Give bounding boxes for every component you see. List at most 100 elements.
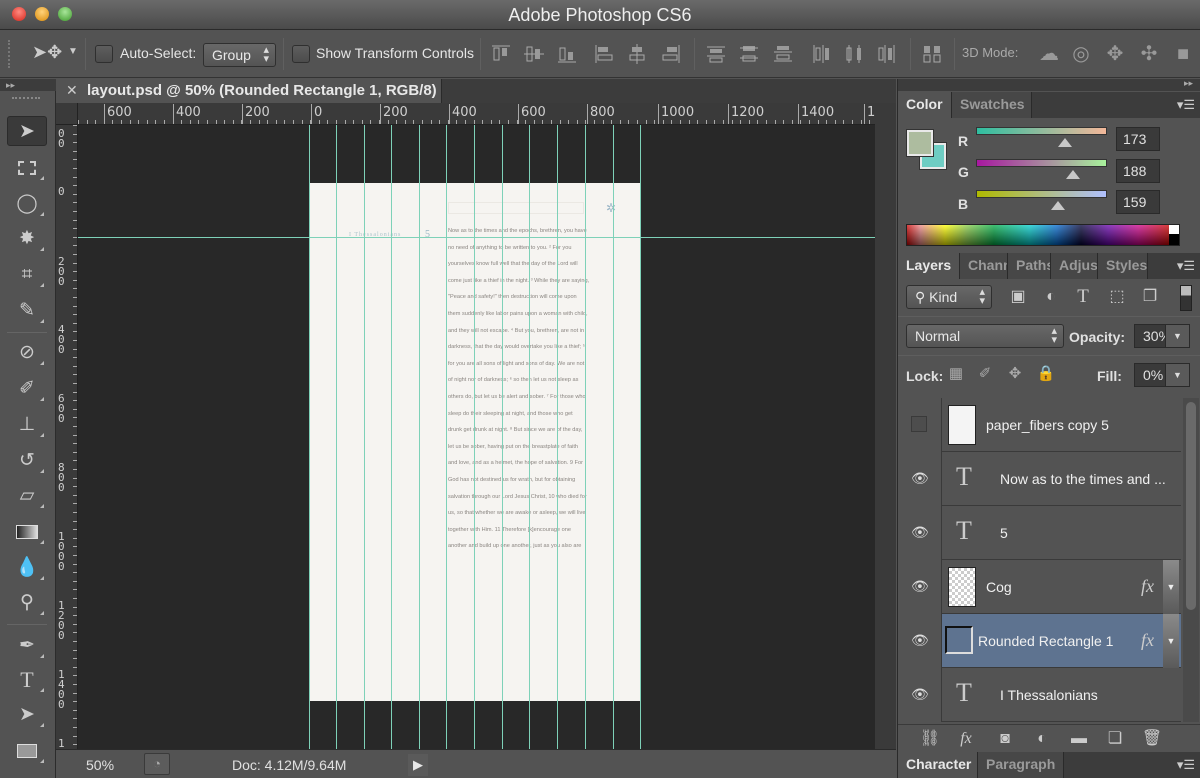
filter-smart-objects-icon[interactable]: ❐ [1138, 286, 1162, 308]
filter-pixel-layers-icon[interactable]: ▣ [1006, 286, 1030, 308]
clone-stamp-tool[interactable]: ⊥ [7, 410, 47, 440]
horizontal-ruler[interactable]: 600 400 200 0 200 400 600 800 1000 1200 1400 1 [78, 103, 875, 125]
auto-align-layers-icon[interactable] [921, 43, 943, 65]
slide-3d-icon[interactable]: ✣ [1136, 41, 1162, 67]
tab-styles[interactable]: Styles [1098, 253, 1148, 279]
distribute-bottom-icon[interactable] [772, 43, 794, 65]
vertical-guide[interactable] [474, 125, 475, 749]
eraser-tool[interactable]: ▱ [7, 481, 47, 511]
magic-wand-tool[interactable]: ✸ [7, 224, 47, 254]
red-slider-track[interactable] [976, 127, 1107, 135]
new-adjustment-layer-icon[interactable]: ◐ [1030, 729, 1054, 749]
vertical-guide[interactable] [364, 125, 365, 749]
vertical-guide[interactable] [585, 125, 586, 749]
rectangle-tool[interactable] [7, 736, 47, 766]
history-brush-tool[interactable]: ↺ [7, 446, 47, 476]
expand-effects-arrow[interactable]: ▼ [1163, 614, 1179, 668]
filter-kind-dropdown[interactable]: ⚲ Kind ▴ ▾ [906, 285, 992, 309]
layer-visibility-toggle[interactable]: 👁 [898, 668, 942, 722]
layers-scrollbar[interactable] [1183, 398, 1199, 722]
lock-position-icon[interactable]: ✥ [1005, 364, 1025, 384]
distribute-top-icon[interactable] [705, 43, 727, 65]
status-menu-arrow[interactable]: ▶ [408, 754, 428, 776]
layer-row[interactable]: 👁 Rounded Rectangle 1 fx ▼ [898, 614, 1181, 668]
vertical-guide[interactable] [336, 125, 337, 749]
fill-field[interactable]: 0% ▼ [1134, 363, 1190, 387]
vertical-guide[interactable] [613, 125, 614, 749]
toolbar-grip[interactable] [12, 97, 40, 101]
auto-select-mode-dropdown[interactable]: Group ▴ ▾ [203, 43, 276, 67]
lock-all-icon[interactable]: 🔒 [1036, 364, 1056, 384]
tab-color[interactable]: Color [898, 92, 952, 118]
align-left-edges-icon[interactable] [593, 43, 615, 65]
tab-character[interactable]: Character [898, 752, 978, 778]
layer-row[interactable]: 👁 T I Thessalonians [898, 668, 1181, 722]
align-horizontal-centers-icon[interactable] [626, 43, 648, 65]
layer-visibility-toggle[interactable] [898, 398, 942, 452]
foreground-color-swatch[interactable] [906, 129, 934, 157]
align-right-edges-icon[interactable] [660, 43, 682, 65]
roll-3d-icon[interactable]: ◎ [1068, 41, 1094, 67]
export-status-icon[interactable]: ◔ [144, 753, 170, 775]
panel-dock-collapse[interactable]: ▸▸ [898, 78, 1200, 91]
vertical-guide[interactable] [529, 125, 530, 749]
tab-layers[interactable]: Layers [898, 253, 960, 279]
move-tool[interactable]: ➤ [7, 116, 47, 146]
filter-type-layers-icon[interactable]: T [1071, 286, 1095, 308]
tab-paragraph[interactable]: Paragraph [978, 752, 1064, 778]
rotate-3d-icon[interactable]: ☁ [1036, 41, 1062, 67]
blue-value-field[interactable]: 159 [1116, 190, 1160, 214]
green-slider-track[interactable] [976, 159, 1107, 167]
blue-slider-track[interactable] [976, 190, 1107, 198]
delete-layer-icon[interactable]: 🗑 [1140, 729, 1164, 749]
blur-tool[interactable]: 💧 [7, 553, 47, 583]
color-spectrum-ramp[interactable] [906, 224, 1180, 246]
tab-channels[interactable]: Chann [960, 253, 1008, 279]
auto-select-checkbox[interactable] [95, 45, 113, 63]
opacity-field[interactable]: 30% ▼ [1134, 324, 1190, 348]
character-panel-menu-icon[interactable]: ▾☰ [1177, 757, 1195, 773]
filter-shape-layers-icon[interactable]: ⬚ [1105, 286, 1129, 308]
crop-tool[interactable]: ⌗ [7, 260, 47, 290]
canvas[interactable]: ✲ I Thessalonians 5 Now as to the times … [78, 125, 875, 749]
drag-3d-icon[interactable]: ✥ [1102, 41, 1128, 67]
layers-scrollbar-thumb[interactable] [1186, 402, 1196, 610]
link-layers-icon[interactable]: ⛓ [918, 729, 942, 749]
move-tool-preset-icon[interactable]: ➤✥ [32, 42, 62, 66]
layer-visibility-toggle[interactable]: 👁 [898, 560, 942, 614]
vertical-guide[interactable] [419, 125, 420, 749]
ruler-origin[interactable] [56, 103, 78, 125]
pen-tool[interactable]: ✒ [7, 631, 47, 661]
type-tool[interactable]: T [7, 665, 47, 695]
zoom-level[interactable]: 50% [86, 757, 114, 773]
layer-row[interactable]: paper_fibers copy 5 [898, 398, 1181, 452]
vertical-ruler[interactable]: 00020040060080010001200140016 [56, 125, 78, 749]
layer-row[interactable]: 👁 Cog fx ▼ [898, 560, 1181, 614]
layer-effects-icon[interactable]: fx [1141, 576, 1154, 597]
vertical-guide[interactable] [309, 125, 310, 749]
color-panel-menu-icon[interactable]: ▾☰ [1177, 97, 1195, 113]
layer-visibility-toggle[interactable]: 👁 [898, 506, 942, 560]
filter-toggle-switch[interactable] [1180, 285, 1192, 311]
tab-adjustments[interactable]: Adjus [1051, 253, 1098, 279]
distribute-vertical-centers-icon[interactable] [738, 43, 760, 65]
tab-swatches[interactable]: Swatches [952, 92, 1032, 118]
vertical-guide[interactable] [640, 125, 641, 749]
show-transform-controls-checkbox[interactable] [292, 45, 310, 63]
tab-paths[interactable]: Paths [1008, 253, 1051, 279]
distribute-right-icon[interactable] [876, 43, 898, 65]
layer-row[interactable]: 👁 T Now as to the times and ... [898, 452, 1181, 506]
filter-adjustment-layers-icon[interactable]: ◐ [1039, 286, 1063, 308]
vertical-guide[interactable] [557, 125, 558, 749]
gradient-tool[interactable] [7, 517, 47, 547]
new-layer-icon[interactable]: ❏ [1103, 729, 1127, 749]
distribute-horizontal-centers-icon[interactable] [843, 43, 865, 65]
layers-panel-menu-icon[interactable]: ▾☰ [1177, 258, 1195, 274]
vertical-guide[interactable] [446, 125, 447, 749]
align-vertical-centers-icon[interactable] [523, 43, 545, 65]
eyedropper-tool[interactable]: ✎ [7, 296, 47, 326]
path-selection-tool[interactable]: ➤ [7, 700, 47, 730]
marquee-tool[interactable] [7, 153, 47, 183]
new-group-icon[interactable]: ▬ [1067, 729, 1091, 749]
spot-healing-brush-tool[interactable]: ⊘ [7, 338, 47, 368]
